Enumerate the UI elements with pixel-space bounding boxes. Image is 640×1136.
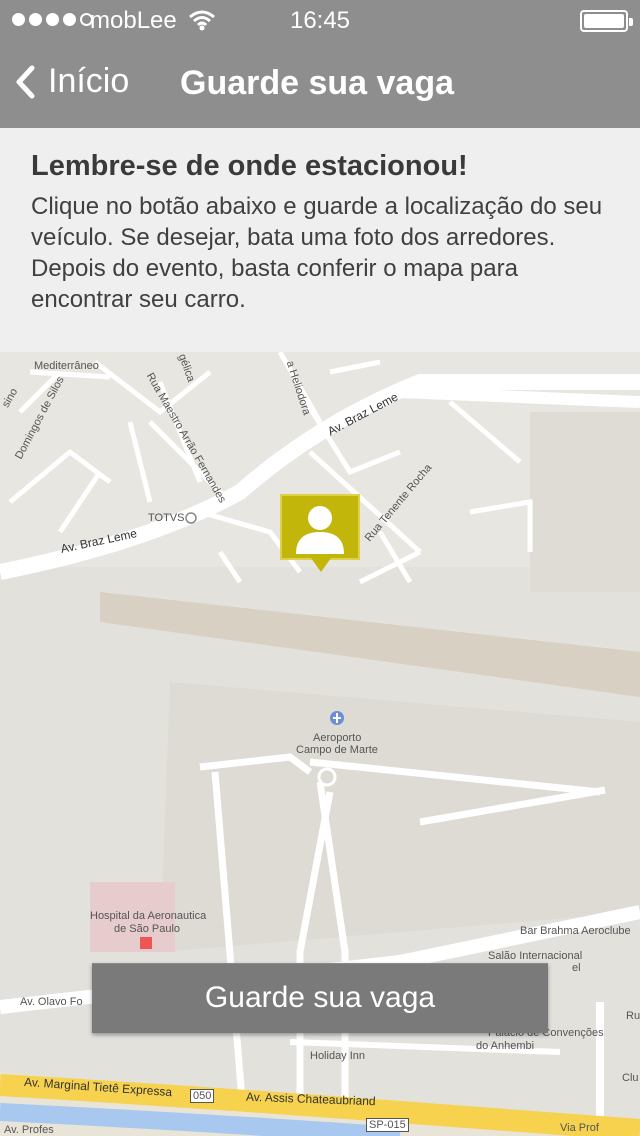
map-label-av-profes: Av. Profes (4, 1124, 54, 1136)
battery-icon (580, 10, 633, 32)
map-label-mediterraneo: Mediterrâneo (34, 360, 99, 372)
map-label-salao: Salão Internacional (488, 950, 583, 962)
page-title: Guarde sua vaga (180, 64, 455, 102)
info-panel: Lembre-se de onde estacionou! Clique no … (0, 128, 640, 352)
back-label: Início (48, 62, 130, 100)
parking-location-marker[interactable] (280, 494, 360, 572)
map-label-bar-brahma: Bar Brahma Aeroclube (520, 925, 631, 937)
battery-level (584, 14, 624, 28)
navigation-bar: Início Guarde sua vaga (0, 40, 640, 128)
info-title: Lembre-se de onde estacionou! (31, 150, 468, 182)
save-spot-button[interactable]: Guarde sua vaga (92, 963, 548, 1033)
map-label-campo-de-marte: Campo de Marte (296, 744, 378, 756)
back-button[interactable]: Início (14, 62, 129, 101)
map-label-aeroporto: Aeroporto (313, 732, 362, 744)
info-text: Clique no botão abaixo e guarde a locali… (31, 193, 603, 313)
map-label-hospital-sp: de São Paulo (114, 923, 181, 935)
map-label-salao-2: el (572, 962, 581, 974)
map-label-holiday-inn: Holiday Inn (310, 1050, 366, 1062)
map-label-anhembi: do Anhembi (476, 1040, 535, 1052)
map-label-sp015: SP-015 (366, 1118, 409, 1132)
clock: 16:45 (289, 7, 351, 34)
map-label-via-prof: Via Prof (560, 1122, 599, 1134)
map-label-totvs: TOTVS (148, 512, 185, 524)
map-label-ru: Ru (626, 1010, 640, 1022)
map-label-clu: Clu (622, 1072, 639, 1084)
map-label-hospital: Hospital da Aeronautica (90, 910, 207, 922)
map-label-olavo: Av. Olavo Fo (20, 996, 83, 1008)
status-bar: mobLee 16:45 (0, 0, 640, 40)
person-icon (296, 506, 344, 554)
chevron-left-icon (16, 65, 35, 98)
map-label-route-050: 050 (190, 1089, 215, 1103)
marker-pointer (311, 558, 331, 572)
